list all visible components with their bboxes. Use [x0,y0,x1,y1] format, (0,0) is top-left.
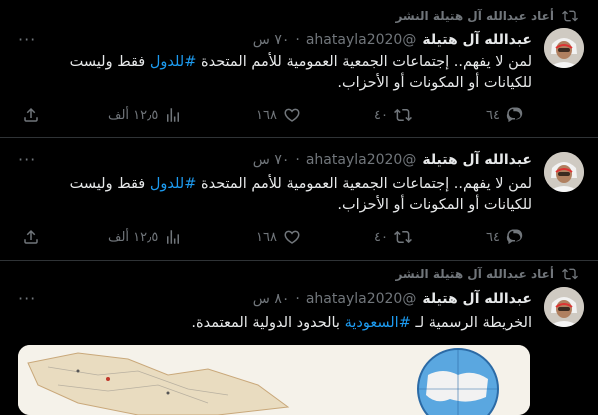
share-icon [24,107,38,122]
separator-dot: · [295,32,300,48]
retweet-indicator: أعاد عبدالله آل هتيلة النشر [395,7,578,25]
share-icon [24,229,38,244]
reply-count: ٦٤ [486,107,500,123]
retweet-icon [394,108,412,122]
views-button[interactable]: ١٢٫٥ ألف [108,106,182,124]
like-button[interactable]: ١٦٨ [256,228,301,246]
tweet-text: الخريطة الرسمية لـ #السعودية بالحدود الد… [22,313,532,334]
avatar-image [544,28,584,68]
avatar-image [544,152,584,192]
share-button[interactable] [22,228,40,246]
tweet-media-map[interactable] [18,345,530,415]
retweet-label: أعاد عبدالله آل هتيلة النشر [395,9,554,23]
avatar[interactable] [544,152,584,192]
tweet-text: لمن لا يفهم.. إجتماعات الجمعية العمومية … [22,52,532,94]
timestamp[interactable]: ٧٠ س [253,152,290,168]
reply-icon [506,229,523,245]
tweet-text-after: بالحدود الدولية المعتمدة. [191,315,345,331]
avatar-image [544,287,584,327]
views-button[interactable]: ١٢٫٥ ألف [108,228,182,246]
timestamp[interactable]: ٧٠ س [253,32,290,48]
tweet-actions: ٦٤ ٤٠ ١٦٨ ١٢٫٥ ألف [0,228,598,248]
share-button[interactable] [22,106,40,124]
separator-dot: · [295,291,300,307]
reply-button[interactable]: ٦٤ [486,228,524,246]
more-options-icon[interactable]: ··· [18,150,36,169]
reply-icon [506,107,523,123]
more-options-icon[interactable]: ··· [18,30,36,49]
author-handle[interactable]: @ahatayla2020 [306,152,416,168]
author-handle[interactable]: @ahatayla2020 [306,291,416,307]
tweet-3[interactable]: أعاد عبدالله آل هتيلة النشر عبدالله آل ه… [0,261,598,415]
retweet-count: ٤٠ [374,229,388,245]
heart-icon [284,108,300,122]
tweet-text-before: لمن لا يفهم.. إجتماعات الجمعية العمومية … [196,176,532,192]
tweet-2[interactable]: عبدالله آل هتيلة @ahatayla2020 · ٧٠ س ··… [0,138,598,260]
views-count: ١٢٫٥ ألف [108,107,159,123]
timestamp[interactable]: ٨٠ س [253,291,290,307]
like-count: ١٦٨ [256,107,277,123]
author-name[interactable]: عبدالله آل هتيلة [422,32,532,48]
separator-dot: · [295,152,300,168]
tweet-text-before: الخريطة الرسمية لـ [410,315,532,331]
author-handle[interactable]: @ahatayla2020 [306,32,416,48]
views-count: ١٢٫٥ ألف [108,229,159,245]
heart-icon [284,230,300,244]
avatar[interactable] [544,28,584,68]
more-options-icon[interactable]: ··· [18,289,36,308]
author-name[interactable]: عبدالله آل هتيلة [422,291,532,307]
like-button[interactable]: ١٦٨ [256,106,301,124]
author-name[interactable]: عبدالله آل هتيلة [422,152,532,168]
analytics-icon [167,230,180,244]
hashtag-link[interactable]: #السعودية [345,315,411,331]
tweet-header: عبدالله آل هتيلة @ahatayla2020 · ٧٠ س [253,30,532,50]
tweet-header: عبدالله آل هتيلة @ahatayla2020 · ٨٠ س [253,289,532,309]
like-count: ١٦٨ [256,229,277,245]
retweet-count: ٤٠ [374,107,388,123]
tweet-actions: ٦٤ ٤٠ ١٦٨ ١٢٫٥ ألف [0,106,598,126]
hashtag-link[interactable]: #للدول [150,176,197,192]
tweet-header: عبدالله آل هتيلة @ahatayla2020 · ٧٠ س [253,150,532,170]
retweet-button[interactable]: ٤٠ [374,228,412,246]
map-image [18,345,530,415]
retweet-icon [562,268,578,280]
retweet-indicator: أعاد عبدالله آل هتيلة النشر [395,265,578,283]
tweet-text-before: لمن لا يفهم.. إجتماعات الجمعية العمومية … [196,54,532,70]
retweet-button[interactable]: ٤٠ [374,106,412,124]
retweet-label: أعاد عبدالله آل هتيلة النشر [395,267,554,281]
hashtag-link[interactable]: #للدول [150,54,197,70]
tweet-text: لمن لا يفهم.. إجتماعات الجمعية العمومية … [22,174,532,216]
avatar[interactable] [544,287,584,327]
tweet-1[interactable]: أعاد عبدالله آل هتيلة النشر عبدالله آل ه… [0,0,598,136]
reply-button[interactable]: ٦٤ [486,106,524,124]
retweet-icon [562,10,578,22]
analytics-icon [167,108,180,122]
reply-count: ٦٤ [486,229,500,245]
retweet-icon [394,230,412,244]
